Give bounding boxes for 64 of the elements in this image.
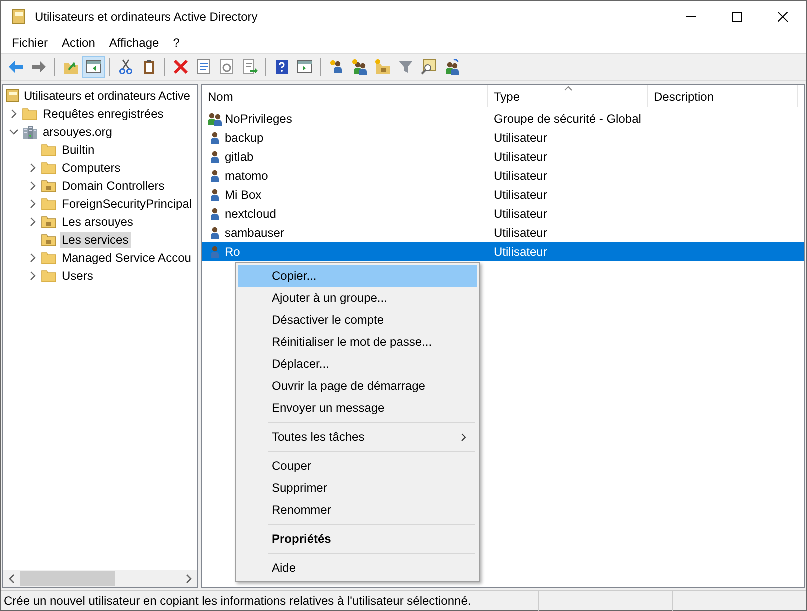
- name-cell: Mi Box: [225, 188, 262, 202]
- menu-item[interactable]: Fichier: [5, 36, 56, 50]
- column-header[interactable]: Type: [488, 85, 648, 107]
- name-cell: backup: [225, 130, 264, 144]
- name-cell: matomo: [225, 168, 268, 182]
- maximize-icon[interactable]: [732, 12, 742, 22]
- close-icon[interactable]: [778, 12, 788, 22]
- tree-item[interactable]: ForeignSecurityPrincipal: [60, 196, 194, 212]
- list-row[interactable]: nextcloud Utilisateur: [202, 204, 804, 223]
- menu-item[interactable]: Déplacer...: [238, 353, 477, 375]
- tree-item[interactable]: Computers: [60, 160, 123, 176]
- menu-item[interactable]: Désactiver le compte: [238, 309, 477, 331]
- menu-item[interactable]: Couper: [238, 455, 477, 477]
- tree-item[interactable]: arsouyes.org: [41, 124, 114, 140]
- name-cell: Ro: [225, 244, 240, 258]
- menu-item[interactable]: Renommer: [238, 499, 477, 521]
- list-row[interactable]: NoPrivileges Groupe de sécurité - Global: [202, 109, 804, 128]
- menu-item[interactable]: Envoyer un message: [238, 397, 477, 419]
- tree-item[interactable]: Utilisateurs et ordinateurs Active: [22, 88, 192, 104]
- list-row[interactable]: Mi Box Utilisateur: [202, 185, 804, 204]
- column-header[interactable]: Nom: [202, 85, 488, 107]
- list-row[interactable]: matomo Utilisateur: [202, 166, 804, 185]
- app-icon: [12, 8, 26, 24]
- window-title: Utilisateurs et ordinateurs Active Directory: [35, 10, 259, 24]
- type-cell-text: Utilisateur: [493, 130, 548, 144]
- menu-item[interactable]: Toutes les tâches: [238, 426, 477, 448]
- tree-item[interactable]: Users: [60, 268, 96, 284]
- tree-item[interactable]: Domain Controllers: [60, 178, 167, 194]
- menu-item[interactable]: Action: [55, 36, 102, 50]
- type-cell-text: Utilisateur: [493, 188, 548, 202]
- scroll-right-icon[interactable]: [184, 574, 192, 584]
- scroll-left-icon[interactable]: [8, 574, 16, 584]
- name-cell: sambauser: [225, 226, 284, 240]
- tree-item[interactable]: Les services: [60, 232, 131, 248]
- menu-item[interactable]: Ouvrir la page de démarrage: [238, 375, 477, 397]
- type-cell-text: Utilisateur: [493, 244, 548, 258]
- type-cell-text: Utilisateur: [493, 226, 548, 240]
- type-cell-text: Utilisateur: [493, 150, 548, 164]
- menu-item[interactable]: Réinitialiser le mot de passe...: [238, 331, 477, 353]
- name-cell: NoPrivileges: [225, 112, 292, 126]
- tree-item[interactable]: Managed Service Accou: [60, 250, 194, 266]
- menu-item[interactable]: ?: [166, 36, 187, 50]
- name-cell: gitlab: [225, 150, 254, 164]
- menu-item[interactable]: Propriétés: [238, 528, 477, 550]
- menu-item[interactable]: Ajouter à un groupe...: [238, 287, 477, 309]
- type-cell-text: Utilisateur: [493, 206, 548, 220]
- type-cell-text: Utilisateur: [493, 168, 548, 182]
- tree-item[interactable]: Requêtes enregistrées: [41, 106, 166, 122]
- status-text: Crée un nouvel utilisateur en copiant les informations relatives à l'utilisateur sélectionné.: [3, 594, 472, 608]
- tree-item[interactable]: Les arsouyes: [60, 214, 136, 230]
- type-cell-text: Groupe de sécurité - Global: [493, 112, 642, 126]
- scrollbar-thumb[interactable]: [20, 571, 115, 586]
- list-row[interactable]: sambauser Utilisateur: [202, 223, 804, 242]
- tree-item[interactable]: Builtin: [60, 142, 97, 158]
- name-cell: nextcloud: [225, 206, 276, 220]
- toolbar-button[interactable]: [82, 56, 105, 78]
- menu-item[interactable]: Affichage: [102, 36, 166, 50]
- menu-item[interactable]: Copier...: [238, 265, 477, 287]
- list-row[interactable]: gitlab Utilisateur: [202, 147, 804, 166]
- list-row[interactable]: Ro Utilisateur: [202, 242, 804, 261]
- list-row[interactable]: backup Utilisateur: [202, 128, 804, 147]
- column-header[interactable]: Description: [648, 85, 798, 107]
- menu-item[interactable]: Aide: [238, 557, 477, 579]
- menu-item[interactable]: Supprimer: [238, 477, 477, 499]
